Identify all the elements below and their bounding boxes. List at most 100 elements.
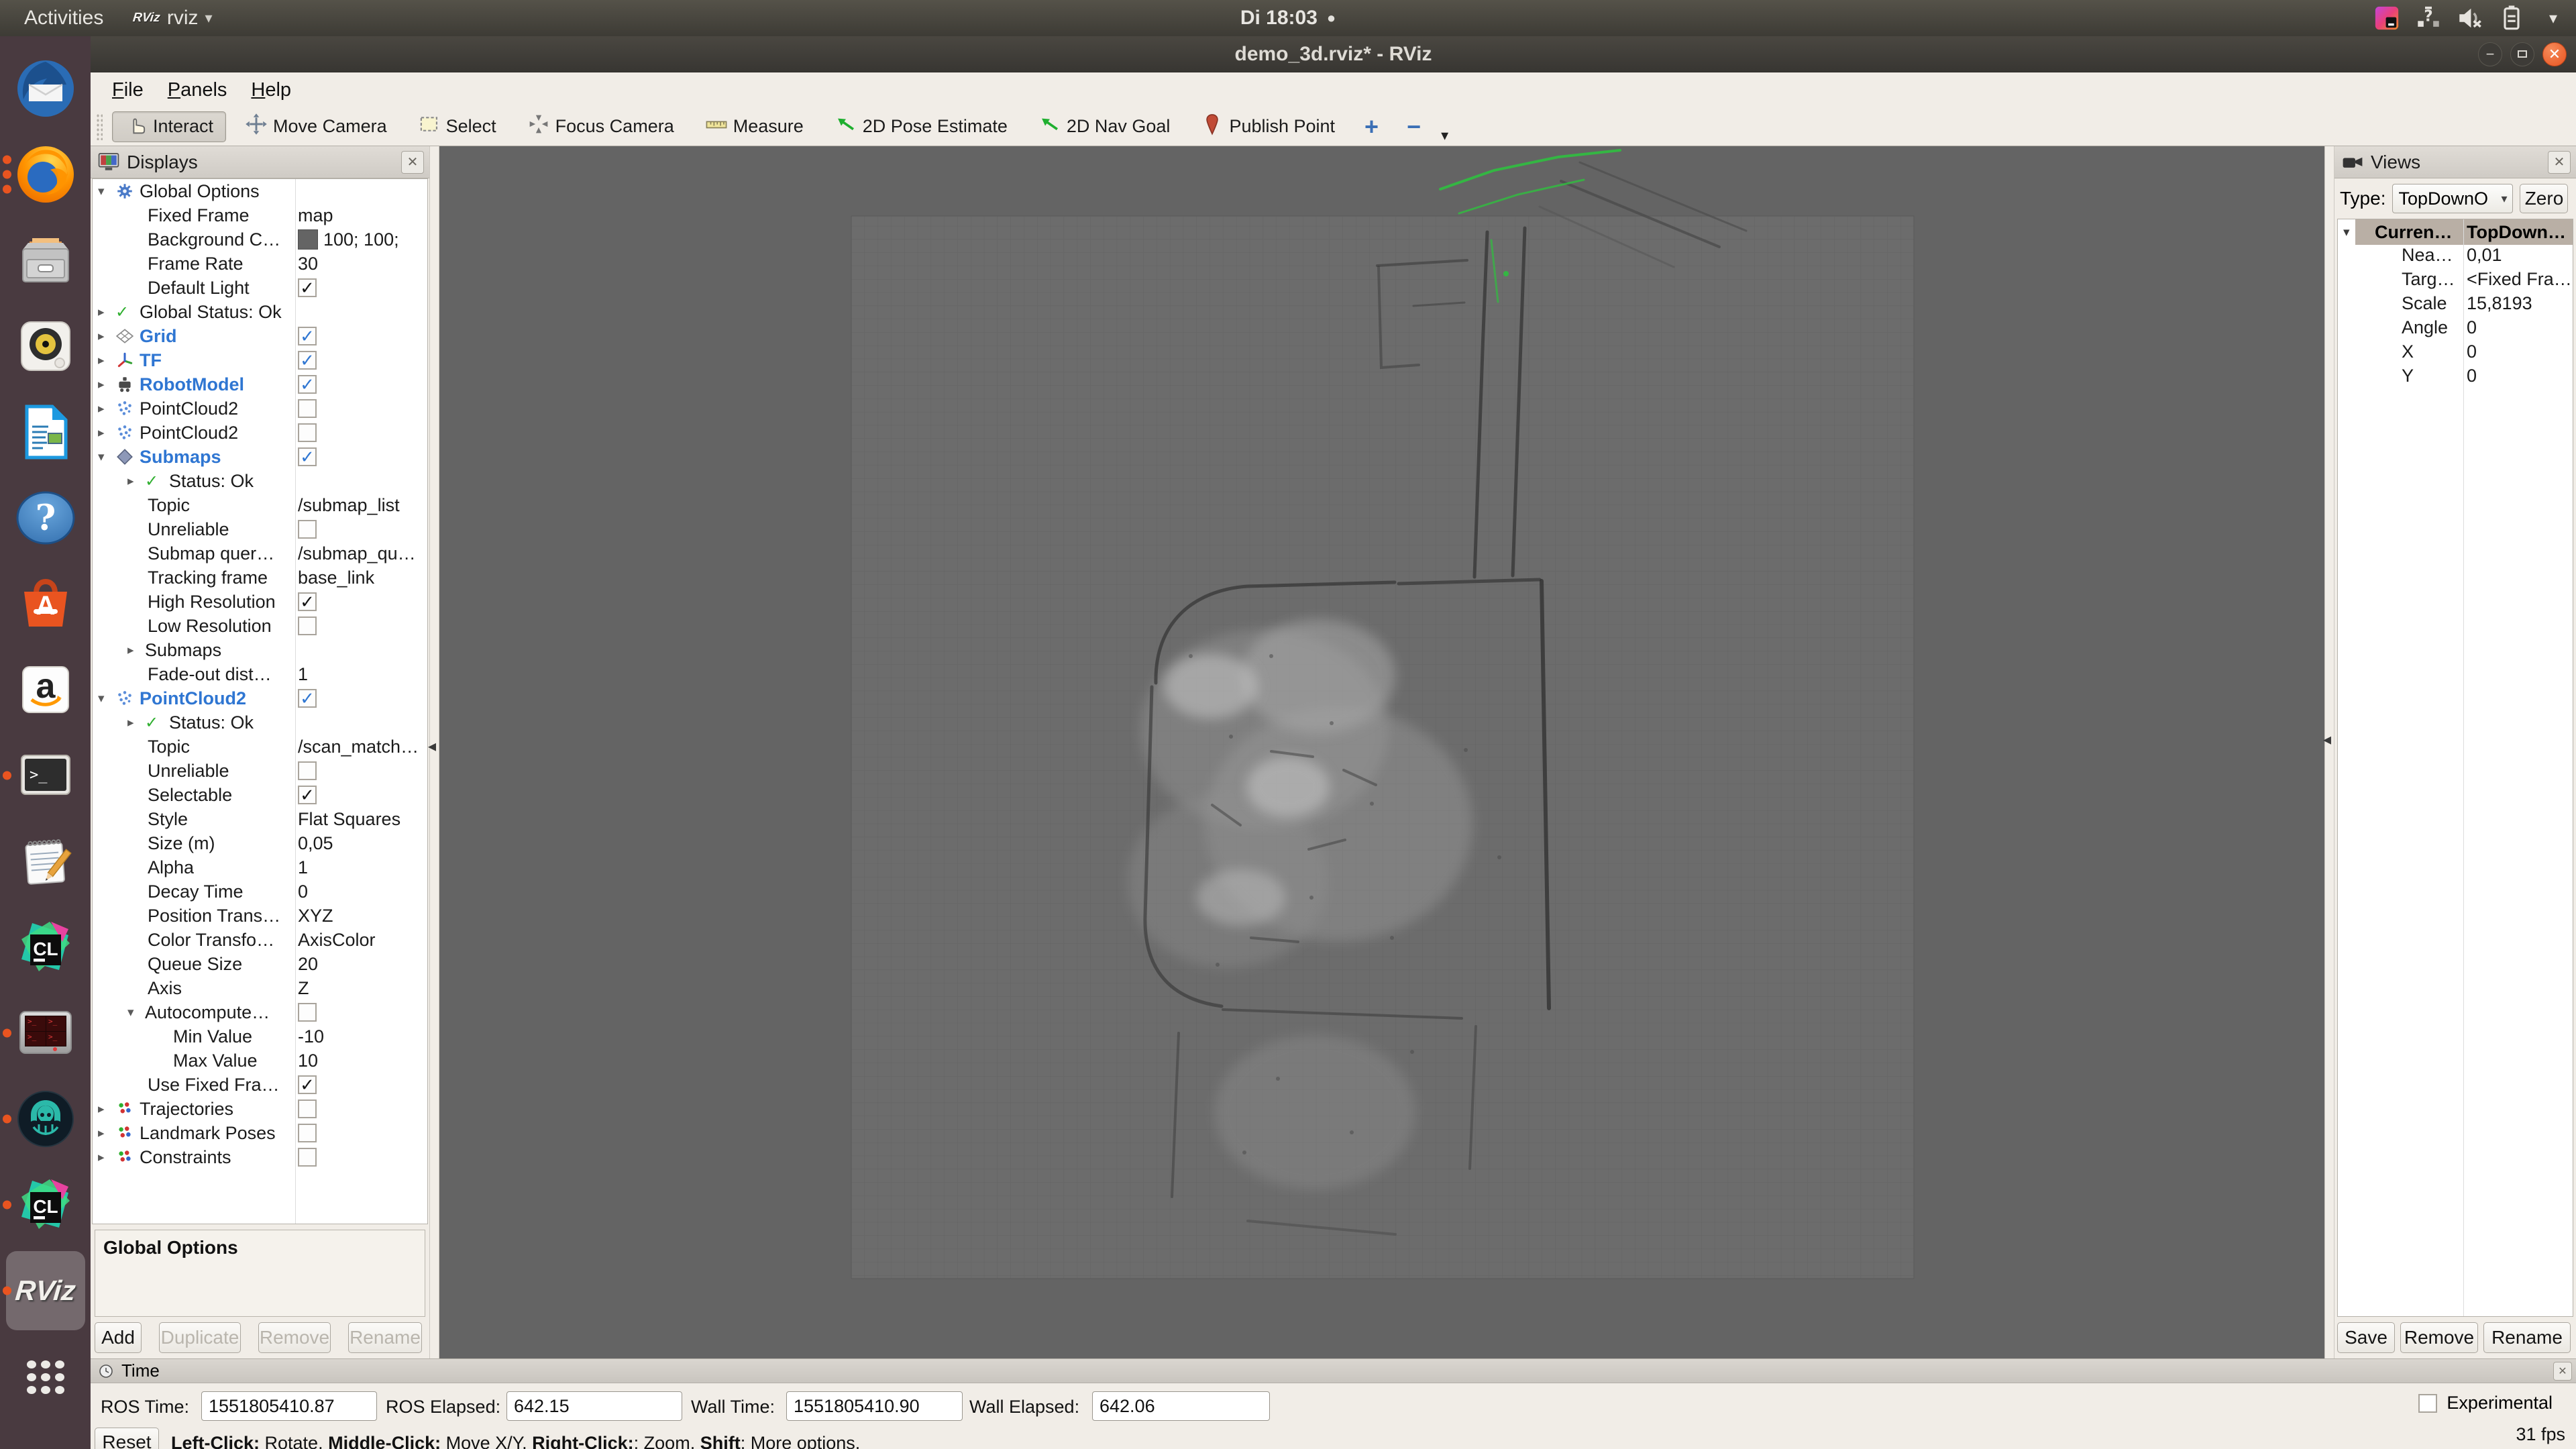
tree-expand-arrow-icon[interactable]: ▸	[98, 1150, 115, 1165]
property-value[interactable]: Z	[298, 978, 426, 999]
property-value[interactable]: ✓	[298, 327, 426, 345]
dock-item-terminal[interactable]: >_	[0, 733, 91, 818]
display-row-submap-quer-[interactable]: Submap quer…/submap_qu…	[93, 541, 427, 566]
dock-item-clion-2[interactable]: CL	[0, 1162, 91, 1248]
current-view-row[interactable]: ▾ Curren… TopDown…	[2338, 219, 2573, 245]
system-tray[interactable]: ?▾	[2373, 0, 2567, 36]
display-row-constraints[interactable]: ▸Constraints	[93, 1145, 427, 1169]
render-view-3d[interactable]	[439, 146, 2324, 1358]
tree-expand-arrow-icon[interactable]: ▸	[98, 329, 115, 344]
display-row-landmark-poses[interactable]: ▸Landmark Poses	[93, 1121, 427, 1145]
close-icon[interactable]: ✕	[401, 151, 424, 174]
display-row-fade-out-dist-[interactable]: Fade-out dist…1	[93, 662, 427, 686]
displays-panel-title[interactable]: Displays ✕	[91, 146, 429, 178]
dock-item-notes[interactable]	[0, 818, 91, 904]
battery-icon[interactable]	[2498, 5, 2525, 32]
save-view-button[interactable]: Save	[2337, 1322, 2395, 1353]
display-row-queue-size[interactable]: Queue Size20	[93, 952, 427, 976]
dock-item-ubuntu-software[interactable]: A	[0, 561, 91, 647]
checkbox-checked[interactable]: ✓	[298, 689, 317, 708]
experimental-checkbox[interactable]	[2418, 1394, 2437, 1413]
add-tool-button[interactable]: +	[1354, 113, 1389, 141]
display-row-tracking-frame[interactable]: Tracking framebase_link	[93, 566, 427, 590]
display-row-default-light[interactable]: Default Light✓	[93, 276, 427, 300]
property-value[interactable]: base_link	[298, 568, 426, 588]
checkbox-unchecked[interactable]	[298, 520, 317, 539]
property-value[interactable]: ✓	[298, 592, 426, 611]
view-property-value[interactable]: 0,01	[2467, 245, 2502, 266]
ros-elapsed-input[interactable]: 642.15	[506, 1391, 682, 1421]
tree-expand-arrow-icon[interactable]: ▸	[98, 305, 115, 320]
view-property-value[interactable]: 15,8193	[2467, 293, 2532, 314]
display-row-high-resolution[interactable]: High Resolution✓	[93, 590, 427, 614]
display-row-background-c-[interactable]: Background C…100; 100;	[93, 227, 427, 252]
display-row-selectable[interactable]: Selectable✓	[93, 783, 427, 807]
property-value[interactable]: map	[298, 205, 426, 226]
dock-item-firefox[interactable]	[0, 131, 91, 217]
checkbox-checked[interactable]: ✓	[298, 327, 317, 345]
display-row-decay-time[interactable]: Decay Time0	[93, 879, 427, 904]
display-row-topic[interactable]: Topic/submap_list	[93, 493, 427, 517]
property-value[interactable]	[298, 761, 426, 780]
clock-button[interactable]: Di 18:03 ●	[1240, 7, 1336, 30]
property-value[interactable]	[298, 616, 426, 635]
property-value[interactable]: /submap_list	[298, 495, 426, 516]
checkbox-unchecked[interactable]	[298, 399, 317, 418]
view-property-value[interactable]: 0	[2467, 341, 2477, 362]
checkbox-checked[interactable]: ✓	[298, 351, 317, 370]
view-property-row[interactable]: Nea…0,01	[2338, 245, 2573, 269]
close-icon[interactable]: ✕	[2548, 151, 2571, 174]
property-value[interactable]: Flat Squares	[298, 809, 426, 830]
display-row-size-m-[interactable]: Size (m)0,05	[93, 831, 427, 855]
display-row-unreliable[interactable]: Unreliable	[93, 759, 427, 783]
dock-item-rviz[interactable]: RViz	[0, 1248, 91, 1334]
activities-button[interactable]: Activities	[17, 5, 110, 31]
property-value[interactable]	[298, 520, 426, 539]
tree-expand-arrow-icon[interactable]: ▸	[98, 425, 115, 441]
view-property-row[interactable]: Angle0	[2338, 317, 2573, 341]
time-panel-title[interactable]: Time ✕	[91, 1359, 2576, 1383]
tree-expand-arrow-icon[interactable]: ▸	[98, 1102, 115, 1117]
property-value[interactable]: 10	[298, 1051, 426, 1071]
view-property-row[interactable]: X0	[2338, 341, 2573, 366]
property-value[interactable]: XYZ	[298, 906, 426, 926]
property-value[interactable]: ✓	[298, 375, 426, 394]
display-row-unreliable[interactable]: Unreliable	[93, 517, 427, 541]
tree-expand-arrow-icon[interactable]: ▸	[98, 377, 115, 392]
dock-item-terminator[interactable]: >_>_>_>_	[0, 990, 91, 1076]
display-row-style[interactable]: StyleFlat Squares	[93, 807, 427, 831]
display-row-min-value[interactable]: Min Value-10	[93, 1024, 427, 1049]
toolbar-overflow-caret-icon[interactable]: ▾	[1441, 127, 1448, 146]
maximize-button[interactable]	[2510, 42, 2534, 66]
checkbox-checked[interactable]: ✓	[298, 592, 317, 611]
property-value[interactable]	[298, 1148, 426, 1167]
checkbox-unchecked[interactable]	[298, 1124, 317, 1142]
rename-view-button[interactable]: Rename	[2483, 1322, 2571, 1353]
property-value[interactable]	[298, 423, 426, 442]
display-row-frame-rate[interactable]: Frame Rate30	[93, 252, 427, 276]
tool-2d-pose-estimate[interactable]: 2D Pose Estimate	[822, 111, 1020, 142]
checkbox-unchecked[interactable]	[298, 1003, 317, 1022]
property-value[interactable]: -10	[298, 1026, 426, 1047]
property-value[interactable]: ✓	[298, 351, 426, 370]
system-menu-caret-icon[interactable]: ▾	[2540, 5, 2567, 32]
property-value[interactable]: ✓	[298, 689, 426, 708]
display-row-alpha[interactable]: Alpha1	[93, 855, 427, 879]
property-value[interactable]: ✓	[298, 786, 426, 804]
tree-expand-arrow-icon[interactable]: ▸	[127, 715, 145, 731]
remove-view-button[interactable]: Remove	[2400, 1322, 2478, 1353]
tool-2d-nav-goal[interactable]: 2D Nav Goal	[1026, 111, 1183, 142]
display-row-pointcloud2[interactable]: ▸PointCloud2	[93, 421, 427, 445]
checkbox-unchecked[interactable]	[298, 761, 317, 780]
view-property-value[interactable]: <Fixed Fra…	[2467, 269, 2572, 290]
view-type-dropdown[interactable]: TopDownO ▾	[2392, 184, 2513, 213]
network-status-unknown-icon[interactable]: ?	[2415, 5, 2442, 32]
minimize-button[interactable]: −	[2478, 42, 2502, 66]
property-value[interactable]	[298, 1124, 426, 1142]
view-property-row[interactable]: Y0	[2338, 366, 2573, 390]
view-property-row[interactable]: Targ…<Fixed Fra…	[2338, 269, 2573, 293]
display-row-pointcloud2[interactable]: ▾PointCloud2✓	[93, 686, 427, 710]
tree-expand-arrow-icon[interactable]: ▾	[127, 1005, 145, 1020]
display-row-global-status-ok[interactable]: ▸✓Global Status: Ok	[93, 300, 427, 324]
dock-item-show-applications[interactable]	[0, 1334, 91, 1419]
